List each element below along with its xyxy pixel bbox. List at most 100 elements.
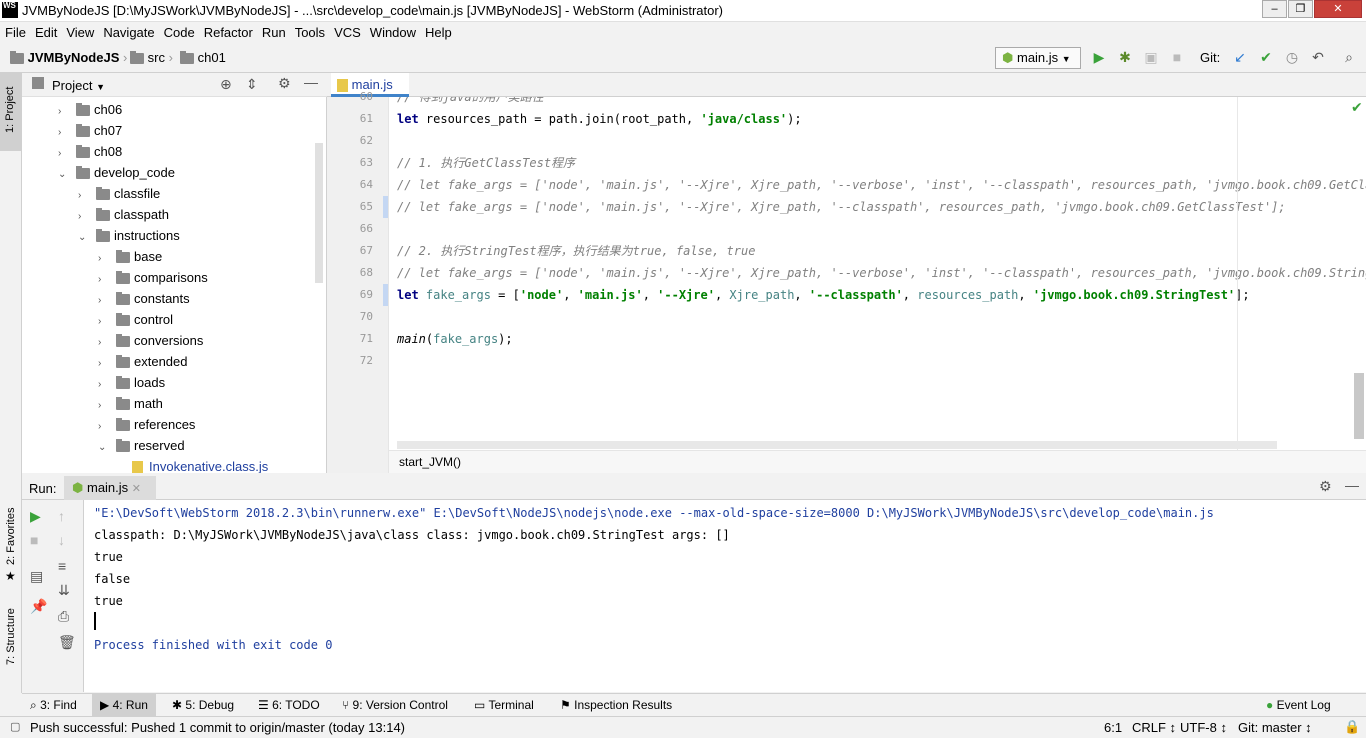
pin-icon[interactable]: 📌 xyxy=(30,598,47,615)
git-commit-icon[interactable]: ✔ xyxy=(1257,49,1275,66)
tree-item[interactable]: › math xyxy=(98,393,163,414)
chevron-down-icon[interactable]: ⌄ xyxy=(98,437,108,458)
menu-vcs[interactable]: VCS xyxy=(329,22,365,40)
tree-item[interactable]: ⌄ reserved xyxy=(98,435,185,456)
coverage-icon[interactable]: ▣ xyxy=(1142,49,1160,66)
tree-item[interactable]: › ch07 xyxy=(58,120,122,141)
scroll-to-end-icon[interactable]: ⇊ xyxy=(58,582,70,599)
line-separator[interactable]: CRLF ↕ xyxy=(1132,720,1176,735)
tree-item[interactable]: ⌄ instructions xyxy=(78,225,180,246)
tree-item[interactable]: › comparisons xyxy=(98,267,208,288)
tree-item[interactable]: › references xyxy=(98,414,195,435)
chevron-down-icon[interactable]: ⌄ xyxy=(58,164,68,185)
tree-item[interactable]: › classfile xyxy=(78,183,160,204)
code-area[interactable]: // 得到java的用户类路径 let resources_path = pat… xyxy=(327,97,1366,450)
chevron-right-icon[interactable]: › xyxy=(98,374,108,395)
menu-run[interactable]: Run xyxy=(257,22,290,40)
cursor-position[interactable]: 6:1 xyxy=(1104,720,1122,735)
history-icon[interactable]: ◷ xyxy=(1283,49,1301,66)
tree-scrollbar[interactable] xyxy=(315,143,323,283)
tree-item[interactable]: › extended xyxy=(98,351,188,372)
breadcrumb-function[interactable]: start_JVM() xyxy=(399,455,461,469)
breadcrumb-src[interactable]: src › xyxy=(130,50,173,65)
chevron-right-icon[interactable]: › xyxy=(98,311,108,332)
chevron-right-icon[interactable]: › xyxy=(98,395,108,416)
tree-item[interactable]: ⌄ develop_code xyxy=(58,162,175,183)
print-icon[interactable]: ⎙ xyxy=(58,608,69,625)
chevron-right-icon[interactable]: › xyxy=(98,269,108,290)
tree-item[interactable]: › ch06 xyxy=(58,99,122,120)
stop-icon[interactable]: ■ xyxy=(30,532,38,548)
git-update-icon[interactable]: ↙ xyxy=(1231,49,1249,66)
vertical-scrollbar[interactable] xyxy=(1354,373,1364,439)
layout-icon[interactable]: ▤ xyxy=(30,568,43,585)
run-icon[interactable]: ▶ xyxy=(1090,49,1108,66)
tab-run[interactable]: ▶ 4: Run xyxy=(92,694,156,717)
tree-item[interactable]: › ch08 xyxy=(58,141,122,162)
chevron-right-icon[interactable]: › xyxy=(98,353,108,374)
revert-icon[interactable]: ↶ xyxy=(1309,49,1327,66)
menu-navigate[interactable]: Navigate xyxy=(98,22,158,40)
menu-window[interactable]: Window xyxy=(365,22,420,40)
breadcrumb-project[interactable]: JVMByNodeJS › xyxy=(10,50,127,65)
stop-icon[interactable]: ■ xyxy=(1168,49,1186,65)
close-tab-icon[interactable]: ✕ xyxy=(132,483,141,495)
tree-item[interactable]: › control xyxy=(98,309,173,330)
menu-code[interactable]: Code xyxy=(159,22,199,40)
chevron-right-icon[interactable]: › xyxy=(58,101,68,122)
tab-event-log[interactable]: ● Event Log xyxy=(1266,698,1331,712)
tab-todo[interactable]: ☰ 6: TODO xyxy=(258,698,320,712)
tree-item[interactable]: › base xyxy=(98,246,162,267)
collapse-all-icon[interactable]: ⇕ xyxy=(246,76,258,93)
maximize-button[interactable]: ❐ xyxy=(1288,0,1313,18)
trash-icon[interactable]: 🗑 xyxy=(58,634,76,651)
chevron-right-icon[interactable]: › xyxy=(78,206,88,227)
scroll-down-icon[interactable]: ↓ xyxy=(58,532,65,548)
chevron-right-icon[interactable]: › xyxy=(98,416,108,437)
lock-icon[interactable]: 🔒 xyxy=(1344,719,1360,735)
chevron-right-icon[interactable]: › xyxy=(78,185,88,206)
favorites-tab-label[interactable]: 2: Favorites xyxy=(5,508,17,565)
tree-item[interactable]: › constants xyxy=(98,288,190,309)
menu-help[interactable]: Help xyxy=(420,22,456,40)
menu-file[interactable]: File xyxy=(0,22,30,40)
breadcrumb-ch01[interactable]: ch01 xyxy=(180,50,226,65)
hide-icon[interactable]: — xyxy=(1345,477,1359,493)
tree-item[interactable]: › classpath xyxy=(78,204,169,225)
menu-tools[interactable]: Tools xyxy=(290,22,329,40)
status-message[interactable]: Push successful: Pushed 1 commit to orig… xyxy=(30,720,405,735)
menu-edit[interactable]: Edit xyxy=(30,22,61,40)
tree-item[interactable]: › loads xyxy=(98,372,165,393)
run-tab-main-js[interactable]: ⬢ main.js ✕ xyxy=(64,476,156,500)
chevron-down-icon[interactable]: ⌄ xyxy=(78,227,88,248)
project-tab-label[interactable]: 1: Project xyxy=(4,87,16,133)
rerun-icon[interactable]: ▶ xyxy=(30,508,41,525)
chevron-right-icon[interactable]: › xyxy=(98,248,108,269)
tree-item[interactable]: › conversions xyxy=(98,330,203,351)
tab-terminal[interactable]: ▭ Terminal xyxy=(474,698,534,712)
debug-icon[interactable]: ✱ xyxy=(1116,49,1134,66)
file-encoding[interactable]: UTF-8 ↕ xyxy=(1180,720,1227,735)
project-view-select[interactable]: Project ▼ xyxy=(52,78,105,93)
tree-item[interactable]: Invokenative.class.js xyxy=(118,456,268,473)
tab-inspection-results[interactable]: ⚑ Inspection Results xyxy=(560,698,672,712)
structure-tab-label[interactable]: 7: Structure xyxy=(5,608,17,665)
git-branch[interactable]: Git: master ↕ xyxy=(1238,720,1312,735)
scroll-up-icon[interactable]: ↑ xyxy=(58,508,65,524)
run-config-select[interactable]: ⬢ main.js ▼ xyxy=(995,47,1081,69)
search-icon[interactable]: ⌕ xyxy=(1340,49,1358,66)
menu-refactor[interactable]: Refactor xyxy=(199,22,257,40)
chevron-right-icon[interactable]: › xyxy=(98,332,108,353)
locate-icon[interactable]: ⊕ xyxy=(220,76,232,93)
close-button[interactable]: ✕ xyxy=(1314,0,1362,18)
tab-version-control[interactable]: ⑂ 9: Version Control xyxy=(342,698,448,712)
chevron-right-icon[interactable]: › xyxy=(58,143,68,164)
gear-icon[interactable]: ⚙ xyxy=(278,75,291,92)
chevron-right-icon[interactable]: › xyxy=(58,122,68,143)
horizontal-scrollbar[interactable] xyxy=(397,441,1277,449)
tab-debug[interactable]: ✱ 5: Debug xyxy=(172,698,234,712)
tab-find[interactable]: ⌕ 3: Find xyxy=(30,698,77,713)
menu-view[interactable]: View xyxy=(61,22,98,40)
gear-icon[interactable]: ⚙ xyxy=(1319,478,1332,495)
chevron-right-icon[interactable]: › xyxy=(98,290,108,311)
